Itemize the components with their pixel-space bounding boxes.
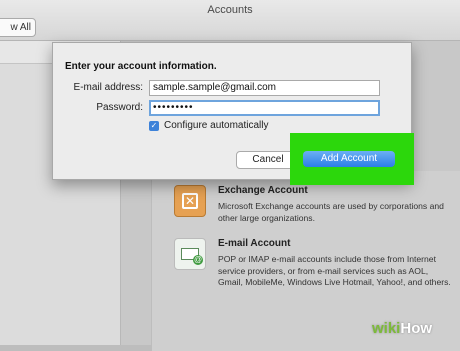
email-account-description: POP or IMAP e-mail accounts include thos… (218, 254, 451, 287)
password-label: Password: (96, 102, 143, 113)
configure-automatically-checkbox[interactable]: ✓ (149, 121, 159, 131)
window-titlebar: Accounts w All (0, 0, 460, 41)
exchange-account-description: Microsoft Exchange accounts are used by … (218, 201, 444, 223)
configure-automatically-label[interactable]: Configure automatically (164, 120, 269, 131)
sheet-heading: Enter your account information. (65, 61, 217, 72)
email-account-option[interactable]: @ E-mail Account POP or IMAP e-mail acco… (174, 238, 454, 298)
email-account-icon: @ (174, 238, 206, 270)
password-field[interactable]: ••••••••• (149, 100, 380, 116)
email-account-title: E-mail Account (218, 238, 291, 249)
add-account-button[interactable]: Add Account (303, 151, 395, 167)
exchange-icon: ✕ (174, 185, 206, 217)
window-title: Accounts (207, 4, 253, 16)
email-label: E-mail address: (73, 82, 143, 93)
exchange-account-title: Exchange Account (218, 185, 308, 196)
exchange-account-option[interactable]: ✕ Exchange Account Microsoft Exchange ac… (174, 185, 454, 235)
email-field[interactable]: sample.sample@gmail.com (149, 80, 380, 96)
show-all-button[interactable]: w All (0, 18, 36, 37)
wikihow-watermark: wikiHow (372, 320, 433, 337)
